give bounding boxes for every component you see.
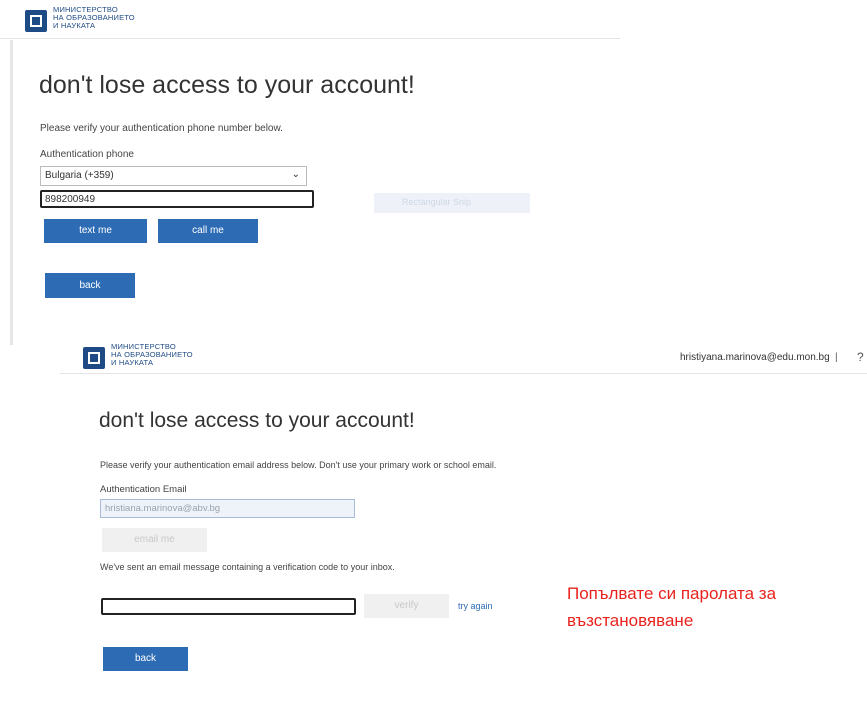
verification-code-input[interactable] [101,598,356,615]
call-me-button[interactable]: call me [158,219,258,243]
user-email[interactable]: hristiyana.marinova@edu.mon.bg [680,352,830,363]
help-icon[interactable]: ? [857,350,864,364]
left-border [10,40,13,345]
page-title: don't lose access to your account! [99,409,415,432]
verify-button[interactable]: verify [364,594,449,618]
header-separator: | [835,352,838,363]
phone-label: Authentication phone [40,149,134,160]
phone-verification-panel: МИНИСТЕРСТВО НА ОБРАЗОВАНИЕТО И НАУКАТА … [0,0,620,345]
snip-tool-ghost: Rectangular Snip [374,193,530,213]
email-input[interactable]: hristiana.marinova@abv.bg [100,499,355,518]
annotation-note: Попълвате си паролата за възстановяване [567,584,777,630]
try-again-link[interactable]: try again [458,601,493,611]
email-label: Authentication Email [100,484,187,495]
chevron-down-icon: ⌄ [291,169,300,180]
page-title: don't lose access to your account! [39,71,415,99]
email-verification-panel: МИНИСТЕРСТВО НА ОБРАЗОВАНИЕТО И НАУКАТА … [60,335,867,722]
ministry-logo-icon [83,347,105,369]
sent-message: We've sent an email message containing a… [100,562,395,572]
phone-input[interactable]: 898200949 [40,190,314,208]
back-button[interactable]: back [45,273,135,298]
country-select[interactable]: Bulgaria (+359) ⌄ [40,166,307,186]
ministry-logo-text: МИНИСТЕРСТВО НА ОБРАЗОВАНИЕТО И НАУКАТА [111,342,193,367]
instruction-text: Please verify your authentication email … [100,460,497,470]
text-me-button[interactable]: text me [44,219,147,243]
instruction-text: Please verify your authentication phone … [40,123,283,134]
header-divider [60,373,867,374]
ministry-logo-text: МИНИСТЕРСТВО НА ОБРАЗОВАНИЕТО И НАУКАТА [53,5,135,30]
header-divider [0,38,620,39]
back-button[interactable]: back [103,647,188,671]
ministry-logo-icon [25,10,47,32]
email-me-button[interactable]: email me [102,528,207,552]
